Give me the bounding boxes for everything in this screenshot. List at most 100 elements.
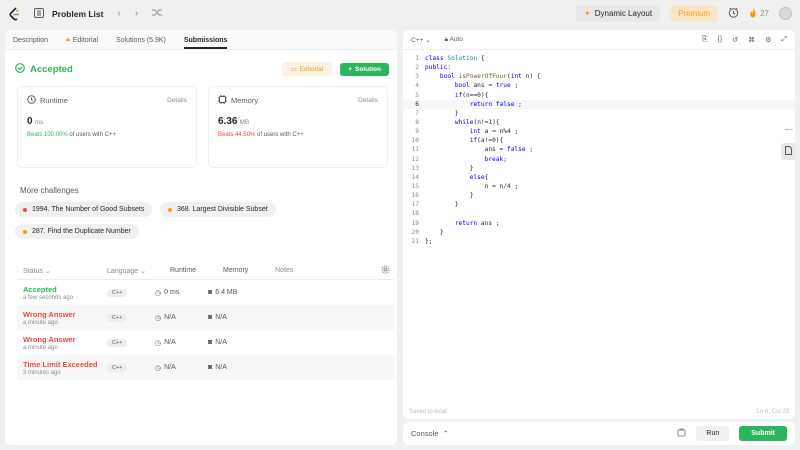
- line-number: 7: [415, 109, 419, 117]
- code-line[interactable]: 5 if(n==0){: [403, 91, 795, 100]
- language-cell: C++: [107, 338, 155, 347]
- code-line[interactable]: 7 }: [403, 109, 795, 118]
- line-number: 9: [415, 128, 419, 136]
- code-line[interactable]: 6 return false ;: [403, 99, 795, 109]
- table-row[interactable]: Time Limit Exceeded 3 minutes ago C++ ◷ N…: [17, 355, 394, 380]
- code-line[interactable]: 8 while(n!=1){: [403, 118, 795, 127]
- submission-status[interactable]: Time Limit Exceeded: [23, 360, 107, 369]
- code-line[interactable]: 11 ans = false ;: [403, 145, 795, 154]
- line-number: 1: [415, 55, 419, 63]
- code-text: else{: [469, 173, 489, 181]
- notes-column-header: Notes: [275, 267, 294, 274]
- premium-button[interactable]: Premium: [670, 5, 719, 22]
- code-line[interactable]: 16 }: [403, 191, 795, 200]
- submission-status[interactable]: Accepted: [23, 285, 107, 294]
- problem-list-icon[interactable]: [34, 7, 44, 20]
- language-column-header[interactable]: Language ⌄: [107, 267, 170, 275]
- sparkle-icon: ✦: [584, 9, 591, 18]
- tab-editorial[interactable]: 🔒︎ Editorial: [66, 36, 98, 49]
- language-badge: C++: [107, 313, 128, 322]
- auto-mode[interactable]: 🔒︎ Auto: [445, 36, 463, 44]
- code-line[interactable]: 9 int a = n%4 ;: [403, 127, 795, 136]
- shuffle-icon[interactable]: [152, 8, 163, 19]
- challenge-chip[interactable]: 287. Find the Duplicate Number: [15, 224, 139, 239]
- code-text: int a = n%4 ;: [469, 128, 519, 136]
- chip-icon: [218, 95, 227, 106]
- line-number: 15: [411, 183, 419, 191]
- code-line[interactable]: 1 class Solution {: [403, 54, 795, 63]
- chip-icon: ◙: [208, 289, 213, 296]
- table-row[interactable]: Wrong Answer a minute ago C++ ◷ N/A ◙ N/A: [17, 330, 394, 355]
- table-row[interactable]: Accepted a few seconds ago C++ ◷ 0 ms ◙ 6.…: [17, 280, 394, 305]
- challenge-chip[interactable]: 368. Largest Divisible Subset: [160, 202, 276, 217]
- avatar[interactable]: [779, 7, 792, 20]
- editorial-button[interactable]: ▭ Editorial: [281, 62, 333, 76]
- runtime-details-link[interactable]: Details: [167, 97, 187, 104]
- timer-icon[interactable]: [728, 7, 739, 20]
- code-line[interactable]: 3 bool isPowerOfFour(int n) {: [403, 72, 795, 81]
- code-line[interactable]: 2 public:: [403, 63, 795, 72]
- memory-column-header: Memory: [223, 267, 249, 274]
- code-line[interactable]: 10 if(a!=0){: [403, 136, 795, 145]
- code-line[interactable]: 21};: [403, 237, 795, 246]
- tab-solutions[interactable]: Solutions (5.9K): [116, 37, 166, 49]
- status-column-header[interactable]: Status ⌄: [17, 267, 107, 275]
- leetcode-logo[interactable]: [8, 6, 22, 21]
- console-toggle[interactable]: Console ⌃: [411, 429, 449, 438]
- language-select[interactable]: C++ ⌄: [411, 36, 431, 44]
- dynamic-layout-button[interactable]: ✦ Dynamic Layout: [576, 5, 661, 22]
- memory-details-link[interactable]: Details: [358, 97, 378, 104]
- submission-status[interactable]: Wrong Answer: [23, 335, 107, 344]
- braces-icon[interactable]: {}: [718, 36, 723, 44]
- runtime-card[interactable]: Runtime Details 0 ms Beats 100.00% of use…: [17, 86, 197, 168]
- code-line[interactable]: 13 }: [403, 164, 795, 173]
- code-line[interactable]: 17 }: [403, 200, 795, 209]
- reset-icon[interactable]: ↺: [732, 36, 738, 44]
- runtime-beats-pct: Beats 100.00%: [27, 132, 68, 138]
- memory-card[interactable]: Memory Details 6.36 MB Beats 44.50% of us…: [208, 86, 388, 168]
- clock-icon: ◷: [155, 364, 162, 372]
- shortcut-icon[interactable]: ⌘: [748, 36, 755, 44]
- settings-icon[interactable]: [381, 265, 390, 276]
- memory-beats: Beats 44.50% of users with C++: [218, 132, 378, 138]
- bookmark-icon[interactable]: ⎘: [702, 36, 708, 44]
- next-problem-icon[interactable]: ›: [135, 8, 138, 19]
- expand-icon[interactable]: ⤢: [781, 36, 787, 44]
- submit-button[interactable]: Submit: [739, 426, 787, 441]
- code-line[interactable]: 20 }: [403, 228, 795, 237]
- code-text: };: [425, 237, 433, 245]
- line-number: 13: [411, 164, 419, 172]
- streak-counter[interactable]: 27: [749, 7, 769, 20]
- code-line[interactable]: 18: [403, 209, 795, 218]
- auto-mode-label: Auto: [449, 35, 463, 43]
- tab-description-label: Description: [13, 37, 49, 44]
- code-line[interactable]: 19 return ans ;: [403, 219, 795, 228]
- side-notes-tab[interactable]: [781, 143, 795, 160]
- cloud-save-icon[interactable]: [677, 428, 686, 439]
- code-area[interactable]: 1 class Solution {2 public: 3 bool isPowerO…: [403, 54, 795, 394]
- code-line[interactable]: 12 break;: [403, 155, 795, 164]
- line-number: 21: [411, 237, 419, 245]
- problem-list-title[interactable]: Problem List: [52, 9, 103, 19]
- language-badge: C++: [107, 338, 128, 347]
- submission-status[interactable]: Wrong Answer: [23, 310, 107, 319]
- runtime-beats: Beats 100.00% of users with C++: [27, 132, 187, 138]
- challenge-chip[interactable]: 1994. The Number of Good Subsets: [15, 202, 153, 217]
- code-text: break;: [484, 155, 507, 163]
- tab-submissions[interactable]: Submissions: [183, 37, 228, 49]
- table-row[interactable]: Wrong Answer a minute ago C++ ◷ N/A ◙ N/A: [17, 305, 394, 330]
- code-text: public:: [425, 64, 452, 72]
- code-line[interactable]: 15 n = n/4 ;: [403, 182, 795, 191]
- code-text: class Solution {: [425, 55, 485, 63]
- status-cell: Wrong Answer a minute ago: [17, 310, 107, 326]
- memory-text: 6.4 MB: [215, 289, 238, 296]
- solution-button[interactable]: + Solution: [340, 62, 389, 76]
- code-line[interactable]: 4 bool ans = true ;: [403, 81, 795, 90]
- run-button[interactable]: Run: [696, 426, 730, 441]
- code-line[interactable]: 14 else{: [403, 173, 795, 182]
- scrollbar[interactable]: [785, 129, 793, 130]
- tab-description[interactable]: Description: [13, 37, 48, 49]
- difficulty-dot-icon: [168, 207, 172, 212]
- gear-icon[interactable]: ⚙: [765, 36, 771, 44]
- prev-problem-icon[interactable]: ‹: [117, 8, 120, 19]
